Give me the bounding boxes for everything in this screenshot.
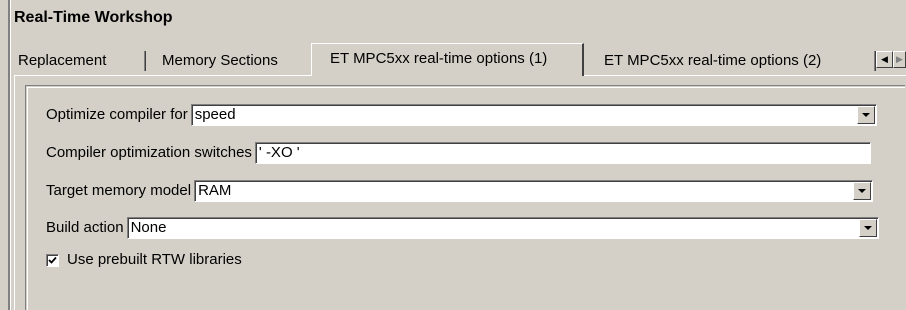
build-action-value: None [130,219,167,236]
scroll-left-icon[interactable]: ◀ [876,51,893,68]
section-title: Real-Time Workshop [14,9,173,26]
tab-label: Memory Sections [162,52,278,69]
use-prebuilt-checkbox[interactable] [46,253,59,267]
build-action-dropdown[interactable]: None [126,217,879,239]
target-memory-label: Target memory model [46,182,192,199]
target-memory-dropdown[interactable]: RAM [194,180,874,202]
row-use-prebuilt[interactable]: Use prebuilt RTW libraries [46,249,242,271]
compiler-switches-value: ' -XO ' [258,144,300,161]
optimize-compiler-label: Optimize compiler for [46,106,188,123]
row-target-memory: Target memory model RAM [46,180,874,202]
compiler-switches-input[interactable]: ' -XO ' [254,142,871,164]
use-prebuilt-label: Use prebuilt RTW libraries [67,251,242,268]
tab-memory-sections[interactable]: Memory Sections [146,49,311,75]
tab-replacement[interactable]: Replacement [14,49,146,75]
row-build-action: Build action None [46,217,879,239]
tab-et-mpc5xx-options-2[interactable]: ET MPC5xx real-time options (2) [584,49,876,75]
row-compiler-switches: Compiler optimization switches ' -XO ' [46,142,871,164]
row-optimize-compiler: Optimize compiler for speed [46,104,877,126]
build-action-label: Build action [46,219,124,236]
chevron-down-icon[interactable] [853,182,872,200]
chevron-down-icon[interactable] [856,106,875,124]
tab-label: ET MPC5xx real-time options (1) [330,50,548,67]
compiler-switches-label: Compiler optimization switches [46,144,252,161]
tab-content-panel: Optimize compiler for speed Compiler opt… [14,75,906,310]
tab-label: Replacement [18,52,107,69]
optimize-compiler-dropdown[interactable]: speed [190,104,877,126]
options-group: Optimize compiler for speed Compiler opt… [25,85,905,310]
target-memory-value: RAM [198,182,232,199]
tab-label: ET MPC5xx real-time options (2) [604,52,822,69]
rtw-options-panel: Real-Time Workshop Replacement Memory Se… [0,0,906,310]
chevron-down-icon[interactable] [858,219,877,237]
tab-strip: Replacement Memory Sections ET MPC5xx re… [14,43,906,76]
scroll-right-icon[interactable]: ▶ [893,51,906,68]
tab-et-mpc5xx-options-1[interactable]: ET MPC5xx real-time options (1) [311,43,584,76]
checkmark-icon [48,256,57,264]
window-left-border [8,0,11,310]
optimize-compiler-value: speed [194,106,236,123]
